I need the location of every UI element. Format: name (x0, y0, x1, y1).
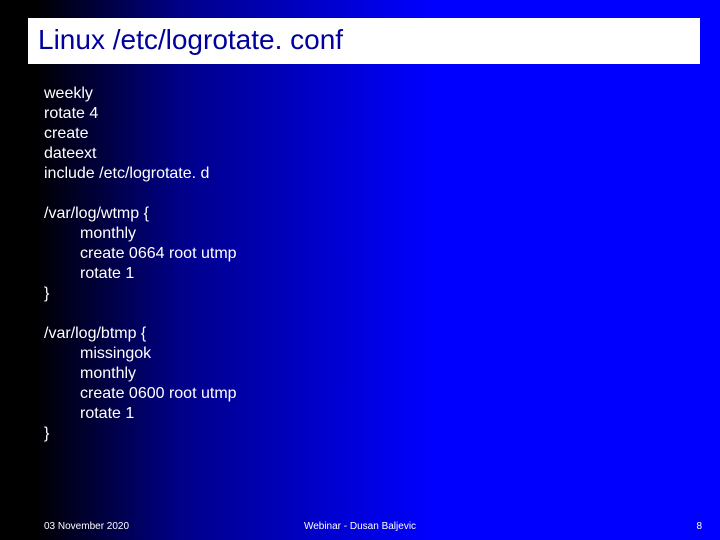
slide-footer: 03 November 2020 Webinar - Dusan Baljevi… (0, 514, 720, 532)
section-body: missingok monthly create 0600 root utmp … (44, 344, 690, 424)
directive-line: monthly (80, 364, 690, 384)
directive-line: include /etc/logrotate. d (44, 164, 690, 184)
directive-line: weekly (44, 84, 690, 104)
directive-line: monthly (80, 224, 690, 244)
directive-line: create 0600 root utmp (80, 384, 690, 404)
directive-line: create (44, 124, 690, 144)
section-body: monthly create 0664 root utmp rotate 1 (44, 224, 690, 284)
title-bar: Linux /etc/logrotate. conf (28, 18, 700, 64)
directive-line: rotate 1 (80, 264, 690, 284)
footer-center: Webinar - Dusan Baljevic (0, 521, 720, 532)
directive-line: rotate 1 (80, 404, 690, 424)
global-directives: weekly rotate 4 create dateext include /… (44, 84, 690, 184)
section-open: /var/log/wtmp { (44, 204, 690, 224)
slide-content: weekly rotate 4 create dateext include /… (44, 84, 690, 464)
section-wtmp: /var/log/wtmp { monthly create 0664 root… (44, 204, 690, 304)
directive-line: rotate 4 (44, 104, 690, 124)
slide-title: Linux /etc/logrotate. conf (38, 24, 690, 56)
section-close: } (44, 424, 690, 444)
footer-page-number: 8 (696, 521, 702, 532)
directive-line: create 0664 root utmp (80, 244, 690, 264)
section-open: /var/log/btmp { (44, 324, 690, 344)
section-btmp: /var/log/btmp { missingok monthly create… (44, 324, 690, 444)
directive-line: missingok (80, 344, 690, 364)
slide: Linux /etc/logrotate. conf weekly rotate… (0, 0, 720, 540)
section-close: } (44, 284, 690, 304)
directive-line: dateext (44, 144, 690, 164)
